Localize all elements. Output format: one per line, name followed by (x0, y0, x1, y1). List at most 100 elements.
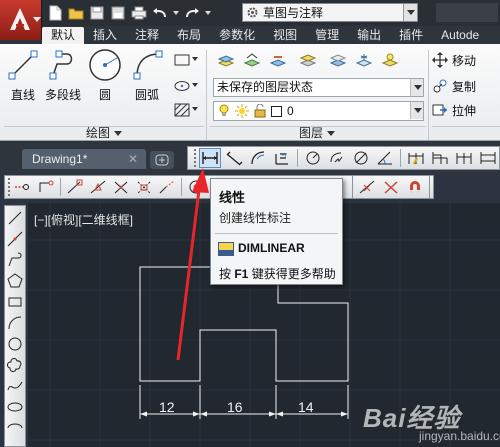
copy-button[interactable]: 复制 (432, 76, 476, 96)
current-layer-select[interactable]: 0 (213, 101, 424, 121)
draw-line-button[interactable] (5, 208, 25, 228)
redo-dropdown-icon[interactable] (204, 4, 212, 22)
toolbar-grip[interactable] (8, 178, 11, 196)
arc-length-button[interactable] (247, 148, 269, 168)
toolbar-grip[interactable] (194, 149, 197, 167)
draw-circle-button[interactable] (5, 334, 25, 354)
dimension-space-button[interactable] (477, 148, 499, 168)
diameter-dimension-button[interactable] (350, 148, 372, 168)
chevron-down-icon (327, 131, 336, 137)
snap-none-icon (384, 181, 398, 194)
redo-icon[interactable] (183, 4, 201, 22)
tab-autodesk[interactable]: Autode (432, 27, 488, 44)
tooltip-description: 创建线性标注 (219, 211, 292, 225)
radius-dimension-button[interactable] (302, 148, 324, 168)
snap-none-button[interactable] (380, 177, 402, 197)
draw-ellipse-button[interactable] (5, 397, 25, 417)
linear-dimension-button[interactable] (199, 148, 221, 168)
layer-off-button[interactable] (378, 50, 402, 70)
tab-insert[interactable]: 插入 (84, 27, 126, 44)
ribbon-tab-bar: 默认 插入 注释 布局 参数化 视图 管理 输出 插件 Autode (42, 26, 500, 44)
save-icon[interactable] (88, 4, 106, 22)
stretch-icon (432, 104, 447, 116)
circle-button[interactable]: 圆 (86, 48, 124, 103)
draw-construction-line-button[interactable] (5, 229, 25, 249)
continue-dimension-button[interactable] (453, 148, 475, 168)
chevron-down-icon (114, 131, 123, 137)
tab-home[interactable]: 默认 (42, 27, 85, 44)
snap-intersection-button[interactable] (110, 177, 132, 197)
draw-polyline-button[interactable] (5, 250, 25, 270)
layer-previous-button[interactable] (266, 50, 290, 70)
angular-dimension-button[interactable] (374, 148, 396, 168)
drawing-file-tab[interactable]: Drawing1* ✕ (22, 149, 146, 169)
layer-isolate-button[interactable] (296, 50, 320, 70)
layer-properties-button[interactable] (214, 50, 238, 70)
line-button[interactable]: 直线 (4, 48, 42, 103)
snap-endpoint-button[interactable] (64, 177, 86, 197)
temporary-track-point-button[interactable] (12, 177, 34, 197)
draw-polygon-button[interactable] (5, 271, 25, 291)
line-icon (8, 50, 38, 80)
layer-state-select[interactable]: 未保存的图层状态 (213, 78, 424, 97)
snap-apparent-intersection-icon (137, 181, 151, 194)
layer-previous-icon (269, 56, 287, 67)
draw-rectangle-button[interactable] (5, 292, 25, 312)
osnap-settings-button[interactable] (404, 177, 426, 197)
jogged-dimension-button[interactable] (326, 148, 348, 168)
draw-ellipse-arc-button[interactable] (5, 418, 25, 438)
move-button[interactable]: 移动 (432, 50, 476, 70)
save-as-icon[interactable] (109, 4, 127, 22)
close-icon[interactable]: ✕ (128, 149, 138, 169)
draw-revcloud-button[interactable] (5, 355, 25, 375)
panel-separator (428, 50, 429, 140)
new-file-icon[interactable] (46, 4, 64, 22)
copy-icon (433, 79, 447, 93)
snap-intersection-icon (114, 181, 128, 194)
title-bar: 草图与注释 (0, 0, 500, 26)
new-drawing-tab-button[interactable] (150, 151, 174, 169)
hatch-button[interactable] (170, 100, 198, 120)
construction-line-icon (7, 231, 23, 247)
stretch-button[interactable]: 拉伸 (432, 100, 476, 120)
ellipse-button[interactable] (170, 76, 198, 96)
rectangle-button[interactable] (170, 50, 198, 70)
viewport-controls-label[interactable]: [−][俯视][二维线框] (34, 211, 133, 228)
layer-unisolate-icon (329, 54, 347, 67)
polyline-button[interactable]: 多段线 (44, 48, 82, 103)
snap-apparent-intersection-button[interactable] (133, 177, 155, 197)
draw-spline-button[interactable] (5, 376, 25, 396)
ellipse-icon (174, 81, 190, 91)
tab-plugins[interactable]: 插件 (390, 27, 432, 44)
ordinate-dimension-button[interactable]: xy (271, 148, 293, 168)
layer-freeze-button[interactable] (352, 50, 376, 70)
tab-manage[interactable]: 管理 (306, 27, 348, 44)
snap-extension-button[interactable] (156, 177, 178, 197)
undo-icon[interactable] (151, 4, 169, 22)
aligned-dimension-button[interactable] (223, 148, 245, 168)
snap-nearest-button[interactable] (356, 177, 378, 197)
arc-button[interactable]: 圆弧 (128, 48, 166, 103)
layer-unisolate-button[interactable] (326, 50, 350, 70)
tab-annotate[interactable]: 注释 (126, 27, 168, 44)
print-icon[interactable] (130, 4, 148, 22)
draw-panel-title[interactable]: 绘图 (86, 126, 123, 140)
baseline-dimension-button[interactable] (429, 148, 451, 168)
undo-dropdown-icon[interactable] (172, 4, 180, 22)
layer-match-button[interactable] (240, 50, 264, 70)
draw-arc-button[interactable] (5, 313, 25, 333)
polygon-icon (7, 273, 23, 288)
tab-parametric[interactable]: 参数化 (210, 27, 264, 44)
tab-view[interactable]: 视图 (264, 27, 306, 44)
snap-center-button[interactable] (185, 177, 207, 197)
layer-panel-title[interactable]: 图层 (299, 126, 336, 140)
application-menu-button[interactable] (0, 0, 42, 40)
tab-output[interactable]: 输出 (348, 27, 390, 44)
quick-dimension-button[interactable] (405, 148, 427, 168)
snap-from-button[interactable] (35, 177, 57, 197)
snap-midpoint-button[interactable] (87, 177, 109, 197)
revision-cloud-icon (7, 357, 22, 373)
workspace-select[interactable]: 草图与注释 (242, 3, 418, 22)
open-file-icon[interactable] (67, 4, 85, 22)
tab-layout[interactable]: 布局 (168, 27, 210, 44)
